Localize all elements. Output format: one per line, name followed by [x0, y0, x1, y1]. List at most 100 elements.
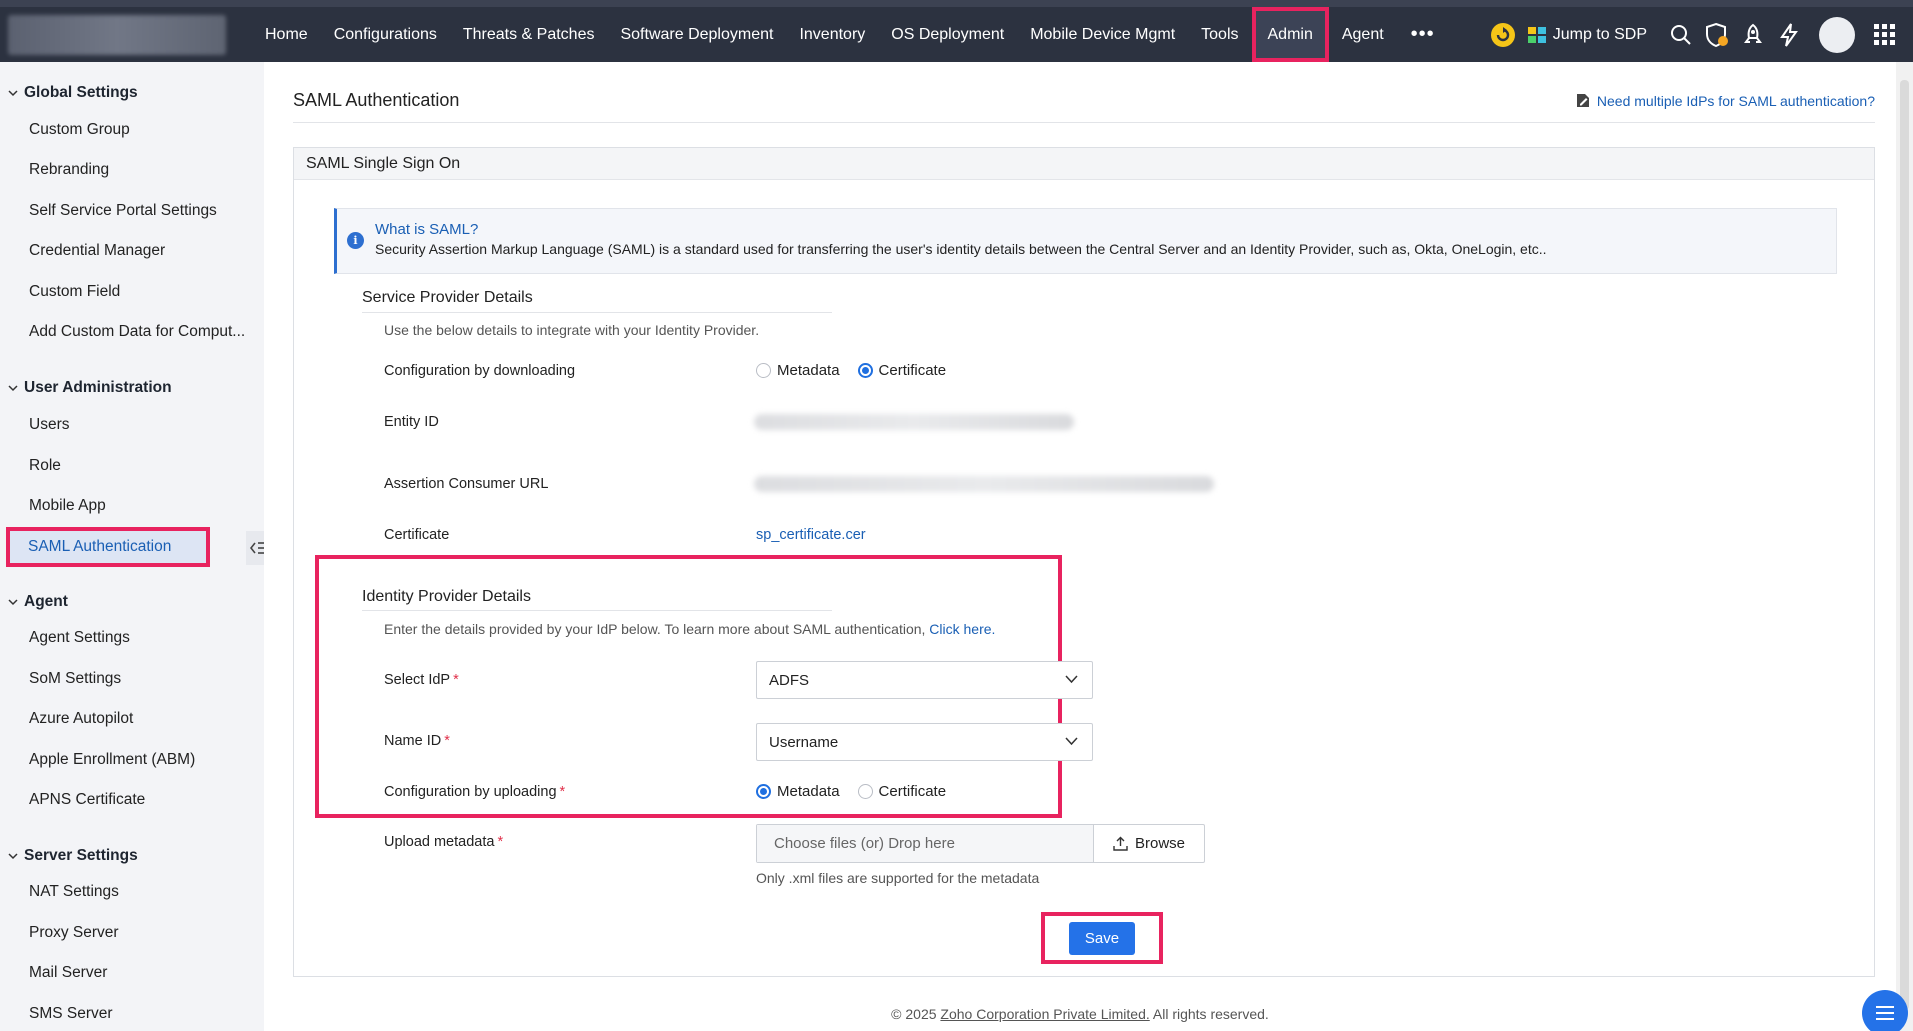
chat-menu-icon[interactable]	[1862, 990, 1908, 1031]
sidebar-item-self-service-portal[interactable]: Self Service Portal Settings	[29, 202, 217, 220]
collapse-sidebar-icon[interactable]	[246, 531, 264, 565]
sidebar-item-custom-group[interactable]: Custom Group	[29, 121, 130, 139]
upload-hint: Only .xml files are supported for the me…	[756, 870, 1040, 886]
radio-checked-icon	[857, 363, 873, 378]
sidebar-item-mail-server[interactable]: Mail Server	[29, 964, 107, 982]
chevron-down-icon	[1065, 675, 1078, 684]
sidebar-item-sms-server[interactable]: SMS Server	[29, 1005, 113, 1023]
sidebar-item-apple-enrollment[interactable]: Apple Enrollment (ABM)	[29, 751, 195, 769]
idp-details-description: Enter the details provided by your IdP b…	[384, 621, 995, 637]
sidebar-section-user-administration[interactable]: User Administration	[8, 379, 172, 397]
rocket-icon[interactable]	[1735, 7, 1771, 62]
idp-config-metadata-radio[interactable]: Metadata	[756, 783, 840, 800]
radio-label: Metadata	[777, 362, 840, 379]
multiple-idp-link-label: Need multiple IdPs for SAML authenticati…	[1596, 92, 1875, 109]
required-mark: *	[497, 834, 504, 850]
sp-config-certificate-radio[interactable]: Certificate	[857, 362, 946, 379]
sidebar-item-agent-settings[interactable]: Agent Settings	[29, 629, 130, 647]
panel-title: SAML Single Sign On	[294, 148, 1874, 180]
sidebar-item-azure-autopilot[interactable]: Azure Autopilot	[29, 710, 133, 728]
sp-config-metadata-radio[interactable]: Metadata	[756, 362, 840, 379]
upload-metadata-label-text: Upload metadata	[384, 834, 495, 850]
sidebar-section-server-settings[interactable]: Server Settings	[8, 847, 138, 865]
product-logo[interactable]	[8, 15, 226, 55]
radio-label: Certificate	[878, 783, 947, 800]
idp-config-label-text: Configuration by uploading	[384, 784, 557, 800]
section-title: Agent	[24, 593, 68, 610]
sp-config-radio-group: Metadata Certificate	[756, 362, 946, 379]
jump-to-sdp-link[interactable]: Jump to SDP	[1521, 25, 1663, 45]
sidebar-item-mobile-app[interactable]: Mobile App	[29, 497, 106, 515]
nav-agent[interactable]: Agent	[1329, 7, 1397, 62]
app-grid-icon[interactable]	[1867, 7, 1903, 62]
required-mark: *	[444, 733, 450, 749]
sidebar-item-role[interactable]: Role	[29, 457, 61, 475]
info-title-link[interactable]: What is SAML?	[375, 221, 478, 238]
sidebar-item-custom-field[interactable]: Custom Field	[29, 283, 120, 301]
security-shield-icon[interactable]	[1699, 7, 1735, 62]
vertical-scrollbar[interactable]	[1896, 62, 1913, 1031]
sidebar-item-custom-data[interactable]: Add Custom Data for Comput...	[29, 323, 245, 341]
sidebar-section-global-settings[interactable]: Global Settings	[8, 84, 138, 102]
nav-os-deployment[interactable]: OS Deployment	[878, 7, 1017, 62]
lightning-icon[interactable]	[1771, 7, 1807, 62]
footer-prefix: © 2025	[891, 1006, 941, 1022]
idp-config-label: Configuration by uploading *	[384, 784, 565, 800]
footer: © 2025 Zoho Corporation Private Limited.…	[264, 1006, 1896, 1022]
upload-metadata-field[interactable]: Choose files (or) Drop here Browse	[756, 824, 1205, 863]
radio-unchecked-icon	[857, 784, 873, 799]
sidebar-item-apns-certificate[interactable]: APNS Certificate	[29, 791, 145, 809]
nav-home[interactable]: Home	[252, 7, 321, 62]
sidebar-item-credential-manager[interactable]: Credential Manager	[29, 242, 165, 260]
acs-url-value-redacted	[754, 476, 1214, 492]
sidebar-section-agent[interactable]: Agent	[8, 593, 68, 611]
upload-dropzone[interactable]: Choose files (or) Drop here	[757, 825, 1094, 862]
idp-details-heading: Identity Provider Details	[362, 588, 531, 605]
nav-software-deployment[interactable]: Software Deployment	[607, 7, 786, 62]
sidebar-item-som-settings[interactable]: SoM Settings	[29, 670, 121, 688]
chevron-down-icon	[8, 599, 18, 606]
section-title: User Administration	[24, 379, 172, 396]
sidebar-item-rebranding[interactable]: Rebranding	[29, 161, 109, 179]
sidebar-item-users[interactable]: Users	[29, 416, 69, 434]
footer-suffix: All rights reserved.	[1149, 1006, 1269, 1022]
more-menu-icon[interactable]: •••	[1397, 7, 1449, 62]
select-idp-value: ADFS	[769, 671, 810, 689]
idp-config-certificate-radio[interactable]: Certificate	[857, 783, 947, 800]
sidebar-item-saml-authentication[interactable]: SAML Authentication	[6, 527, 210, 567]
sync-icon[interactable]	[1485, 7, 1521, 62]
nav-threats-patches[interactable]: Threats & Patches	[450, 7, 608, 62]
saml-info-box: i What is SAML? Security Assertion Marku…	[334, 208, 1837, 274]
sidebar-item-proxy-server[interactable]: Proxy Server	[29, 924, 119, 942]
scrollbar-thumb[interactable]	[1900, 80, 1909, 1010]
nav-inventory[interactable]: Inventory	[786, 7, 878, 62]
header-actions: Jump to SDP	[1485, 7, 1913, 62]
sp-certificate-download-link[interactable]: sp_certificate.cer	[756, 527, 866, 543]
name-id-dropdown[interactable]: Username	[756, 723, 1093, 761]
select-idp-dropdown[interactable]: ADFS	[756, 661, 1093, 699]
sdp-icon	[1527, 26, 1546, 43]
nav-configurations[interactable]: Configurations	[321, 7, 450, 62]
search-icon[interactable]	[1663, 7, 1699, 62]
entity-id-value-redacted	[754, 414, 1074, 430]
title-divider	[293, 122, 1875, 123]
required-mark: *	[453, 672, 459, 688]
multiple-idp-link[interactable]: Need multiple IdPs for SAML authenticati…	[1575, 92, 1875, 109]
certificate-label: Certificate	[384, 527, 450, 543]
idp-config-radio-group: Metadata Certificate	[756, 783, 946, 800]
learn-more-link[interactable]: Click here.	[929, 621, 995, 637]
required-mark: *	[559, 784, 566, 800]
user-avatar[interactable]	[1819, 16, 1855, 53]
sidebar-item-nat-settings[interactable]: NAT Settings	[29, 883, 119, 901]
footer-company-link[interactable]: Zoho Corporation Private Limited.	[940, 1006, 1149, 1022]
name-id-label-text: Name ID	[384, 733, 442, 749]
nav-admin[interactable]: Admin	[1251, 7, 1329, 62]
name-id-label: Name ID *	[384, 733, 450, 749]
main-content: SAML Authentication Need multiple IdPs f…	[264, 62, 1896, 1031]
nav-tools[interactable]: Tools	[1188, 7, 1251, 62]
select-idp-label-text: Select IdP	[384, 672, 451, 688]
browse-button[interactable]: Browse	[1094, 825, 1204, 862]
save-button[interactable]: Save	[1069, 921, 1135, 955]
nav-mobile-device-mgmt[interactable]: Mobile Device Mgmt	[1017, 7, 1188, 62]
entity-id-label: Entity ID	[384, 414, 439, 430]
